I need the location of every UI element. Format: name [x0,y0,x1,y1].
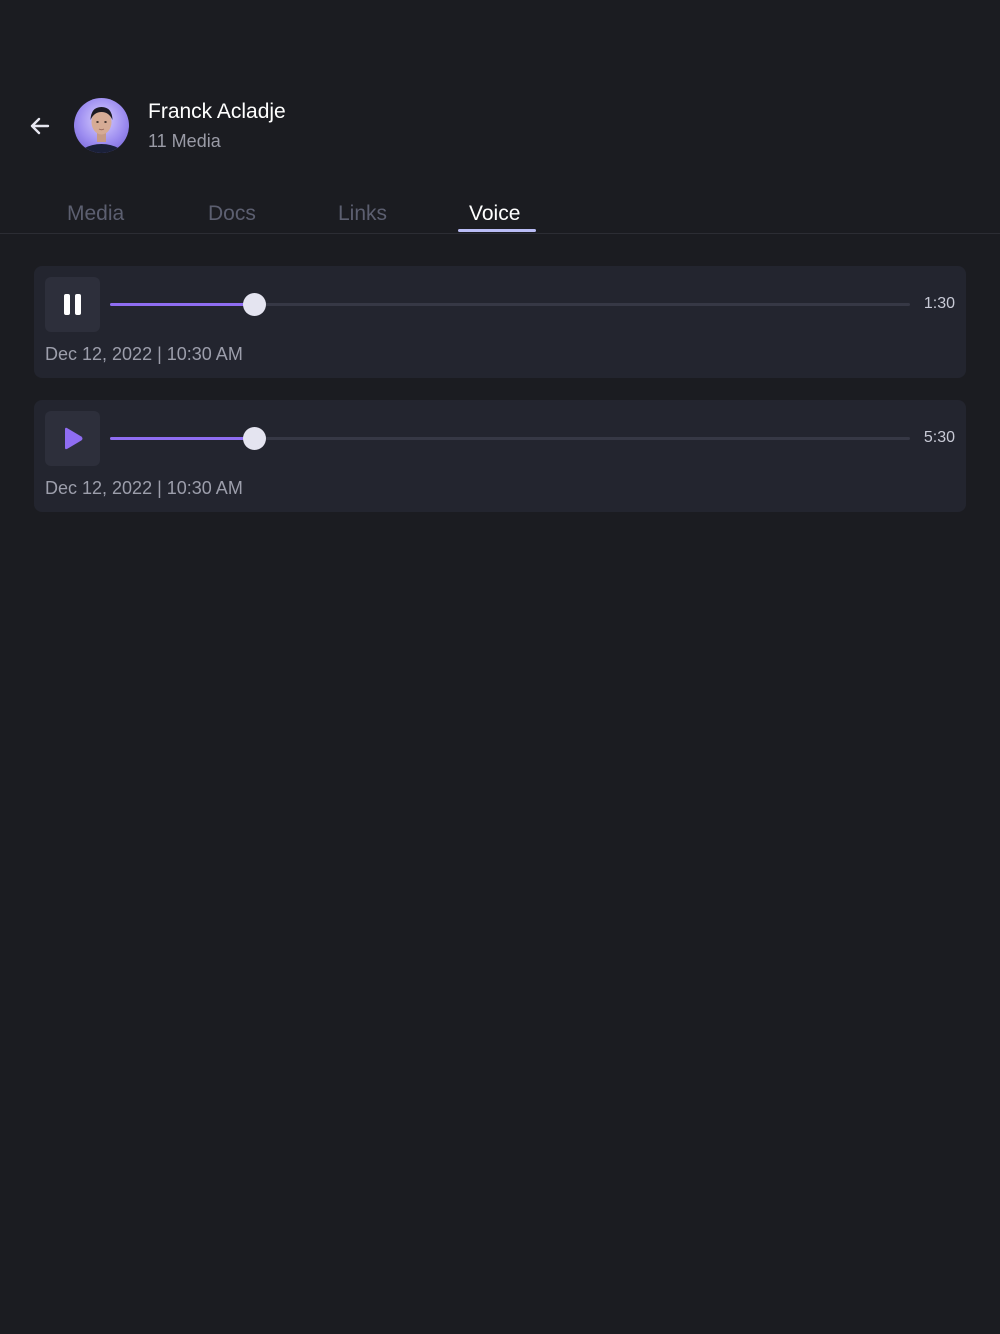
arrow-left-icon [30,117,50,135]
message-timestamp: Dec 12, 2022 | 10:30 AM [45,344,243,364]
play-button[interactable] [45,411,100,466]
avatar[interactable] [74,98,129,153]
audio-duration: 1:30 [923,295,955,312]
pause-icon [64,294,81,315]
audio-progress-thumb[interactable] [243,427,266,450]
contact-name: Franck Acladje [148,100,286,123]
voice-message-card: 1:30 Dec 12, 2022 | 10:30 AM [34,266,966,378]
chat-media-header: Franck Acladje 11 Media [0,96,1000,158]
back-button[interactable] [26,112,54,140]
audio-progress-slider[interactable] [110,293,910,316]
audio-progress-fill [110,437,254,440]
tab-docs[interactable]: Docs [208,202,256,226]
audio-duration: 5:30 [923,429,955,446]
active-tab-indicator [458,229,536,232]
media-count: 11 Media [148,131,221,151]
audio-progress-fill [110,303,254,306]
tab-links[interactable]: Links [338,202,387,226]
play-icon [65,427,83,450]
message-timestamp: Dec 12, 2022 | 10:30 AM [45,478,243,498]
tab-voice[interactable]: Voice [469,202,520,226]
pause-button[interactable] [45,277,100,332]
tab-media[interactable]: Media [67,202,124,226]
media-tabs: Media Docs Links Voice [0,196,1000,234]
audio-progress-slider[interactable] [110,427,910,450]
audio-progress-thumb[interactable] [243,293,266,316]
avatar-portrait-image [79,107,124,153]
voice-message-card: 5:30 Dec 12, 2022 | 10:30 AM [34,400,966,512]
